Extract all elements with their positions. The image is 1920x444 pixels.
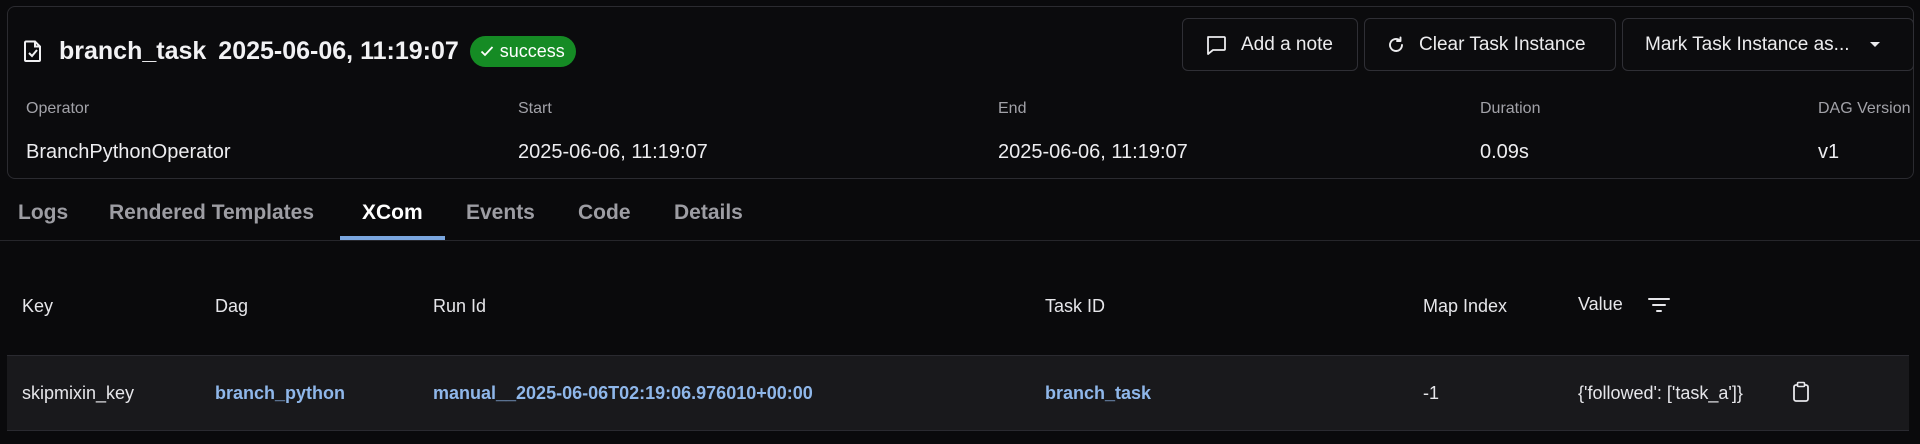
- cell-dag-link[interactable]: branch_python: [215, 383, 345, 404]
- meta-start: Start 2025-06-06, 11:19:07: [518, 99, 708, 164]
- run-date: 2025-06-06, 11:19:07: [218, 36, 459, 65]
- status-badge: success: [469, 35, 576, 67]
- tab-rendered-templates[interactable]: Rendered Templates: [109, 201, 314, 225]
- status-text: success: [499, 40, 565, 61]
- column-header-dag[interactable]: Dag: [215, 296, 248, 317]
- tab-logs[interactable]: Logs: [18, 201, 68, 225]
- column-header-run-id[interactable]: Run Id: [433, 296, 486, 317]
- check-icon: [480, 46, 493, 57]
- column-header-map-index[interactable]: Map Index: [1423, 296, 1507, 317]
- filter-icon[interactable]: [1648, 296, 1670, 314]
- meta-dag-version: DAG Version v1: [1818, 99, 1910, 164]
- tab-details[interactable]: Details: [674, 201, 743, 225]
- end-value: 2025-06-06, 11:19:07: [998, 141, 1188, 163]
- clear-task-instance-button[interactable]: Clear Task Instance: [1364, 18, 1616, 71]
- duration-label: Duration: [1480, 100, 1541, 117]
- tab-events[interactable]: Events: [466, 201, 535, 225]
- meta-duration: Duration 0.09s: [1480, 99, 1540, 164]
- add-note-button[interactable]: Add a note: [1182, 18, 1358, 71]
- refresh-icon: [1389, 36, 1403, 52]
- meta-end: End 2025-06-06, 11:19:07: [998, 99, 1188, 164]
- column-header-task-id[interactable]: Task ID: [1045, 296, 1105, 317]
- mark-task-instance-dropdown[interactable]: Mark Task Instance as...: [1622, 18, 1914, 71]
- message-square-icon: [1207, 35, 1226, 55]
- table-row: skipmixin_key branch_python manual__2025…: [7, 355, 1909, 431]
- operator-label: Operator: [26, 100, 90, 117]
- cell-map-index: -1: [1423, 383, 1440, 403]
- column-header-key[interactable]: Key: [22, 296, 53, 317]
- start-value: 2025-06-06, 11:19:07: [518, 141, 708, 163]
- duration-value: 0.09s: [1480, 141, 1529, 163]
- end-label: End: [998, 100, 1027, 117]
- cell-key: skipmixin_key: [22, 383, 135, 403]
- tab-code[interactable]: Code: [578, 201, 631, 225]
- active-tab-indicator: [340, 236, 445, 240]
- caret-down-icon: [1870, 41, 1880, 47]
- clear-label: Clear Task Instance: [1419, 33, 1586, 55]
- xcom-table-header: Key Dag Run Id Task ID Map Index Value: [0, 280, 1920, 330]
- cell-task-id-link[interactable]: branch_task: [1045, 383, 1151, 404]
- add-note-label: Add a note: [1241, 33, 1333, 55]
- dag-version-label: DAG Version: [1818, 100, 1911, 117]
- meta-operator: Operator BranchPythonOperator: [26, 99, 231, 164]
- clipboard-icon[interactable]: [1792, 381, 1810, 408]
- column-header-value[interactable]: Value: [1578, 294, 1623, 315]
- tab-bar: Logs Rendered Templates XCom Events Code…: [0, 193, 1920, 241]
- dag-version-value: v1: [1818, 141, 1840, 163]
- cell-run-id-link[interactable]: manual__2025-06-06T02:19:06.976010+00:00: [433, 383, 813, 404]
- task-instance-header: branch_task 2025-06-06, 11:19:07 success…: [7, 6, 1914, 179]
- operator-value: BranchPythonOperator: [26, 141, 231, 163]
- tab-xcom[interactable]: XCom: [362, 201, 423, 225]
- title-row: branch_task 2025-06-06, 11:19:07 success: [23, 31, 576, 71]
- task-name: branch_task: [59, 36, 207, 65]
- task-file-icon: [23, 40, 45, 62]
- mark-label: Mark Task Instance as...: [1645, 33, 1850, 55]
- start-label: Start: [518, 100, 552, 117]
- cell-value: {'followed': ['task_a']}: [1578, 383, 1743, 403]
